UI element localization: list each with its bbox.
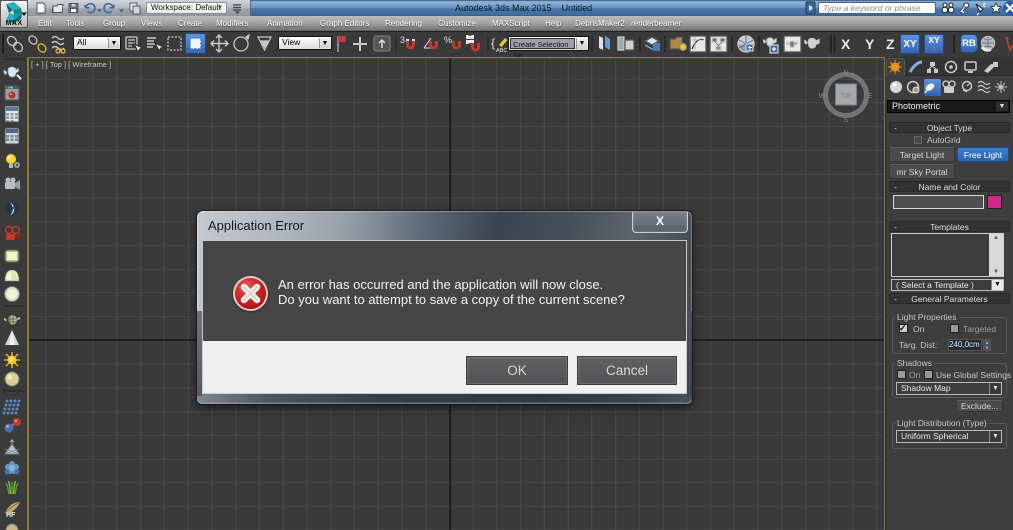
svg-text:%: % [444,35,452,45]
svg-text:{: { [491,36,495,50]
svg-text:E: E [868,93,873,100]
svg-text:TOP: TOP [840,94,852,100]
svg-text:S: S [844,117,849,123]
svg-text:ABC: ABC [496,48,507,54]
svg-text:3: 3 [400,35,405,45]
svg-text:W: W [819,93,826,100]
svg-text:HF: HF [6,512,16,519]
svg-text:N: N [843,70,848,77]
